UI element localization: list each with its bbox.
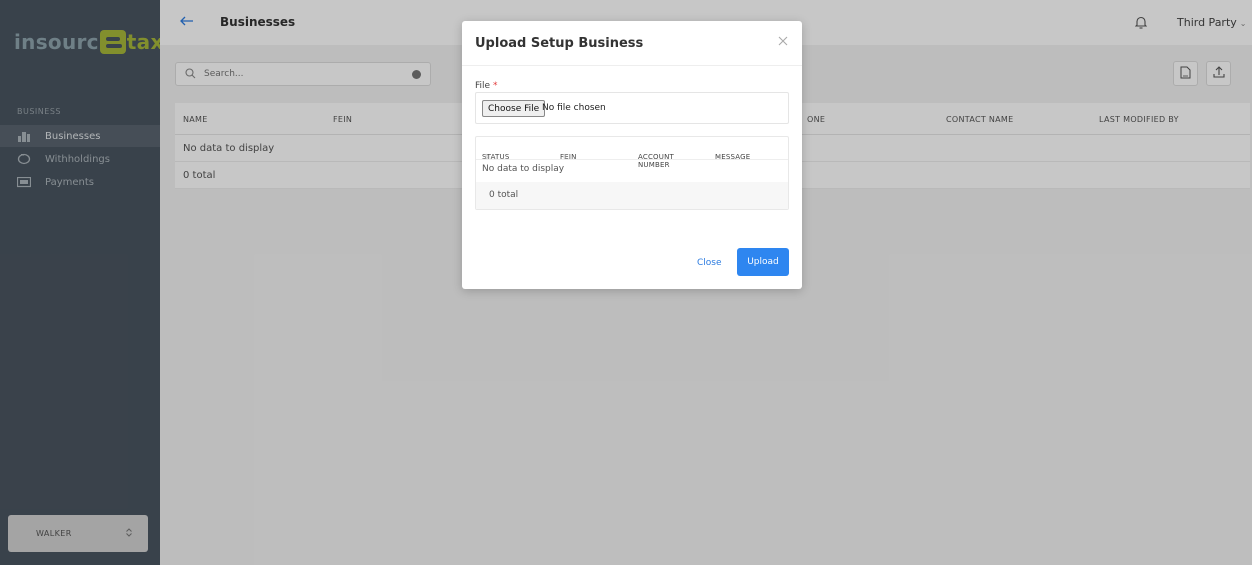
total-count: 0 total bbox=[489, 190, 519, 200]
no-file-text: No file chosen bbox=[542, 103, 606, 113]
upload-modal: Upload Setup Business File * Choose File… bbox=[462, 21, 802, 289]
results-table-header: STATUS ⇕ FEIN ⇕ ACCOUNT NUMBER MESSAGE ⇕ bbox=[476, 137, 788, 169]
file-input-box: Choose File No file chosen bbox=[475, 92, 789, 124]
modal-title: Upload Setup Business bbox=[475, 36, 644, 51]
upload-submit-button[interactable]: Upload bbox=[737, 248, 789, 276]
choose-file-button[interactable]: Choose File bbox=[482, 100, 546, 117]
required-mark: * bbox=[492, 81, 498, 91]
results-total-row: 0 total bbox=[476, 182, 788, 209]
empty-message: No data to display bbox=[482, 164, 565, 174]
modal-footer: Close Upload bbox=[462, 236, 802, 289]
file-label-text: File bbox=[475, 81, 491, 91]
close-button[interactable]: Close bbox=[697, 258, 722, 268]
results-table: STATUS ⇕ FEIN ⇕ ACCOUNT NUMBER MESSAGE ⇕ No… bbox=[475, 136, 789, 210]
file-label: File * bbox=[475, 81, 497, 91]
modal-header: Upload Setup Business bbox=[462, 21, 802, 66]
results-empty-row: No data to display bbox=[476, 160, 788, 182]
close-icon[interactable] bbox=[778, 35, 788, 50]
